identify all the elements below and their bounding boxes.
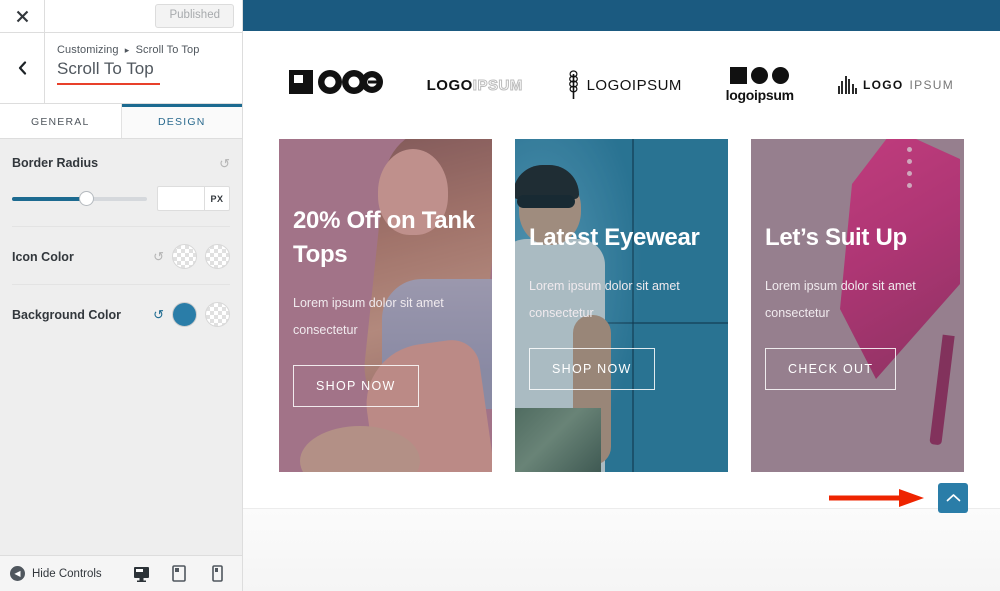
site-footer-area (243, 472, 1000, 591)
control-icon-color-label: Icon Color (12, 249, 74, 264)
scroll-to-top-button[interactable] (938, 483, 968, 513)
red-arrow-annotation (829, 489, 924, 507)
breadcrumb-separator-icon: ▸ (124, 45, 130, 55)
breadcrumb-root[interactable]: Customizing (57, 44, 119, 56)
chevron-left-icon[interactable] (0, 33, 45, 103)
card-tank-tops-content: 20% Off on Tank Tops Lorem ipsum dolor s… (293, 204, 478, 407)
breadcrumb: Customizing ▸ Scroll To Top (57, 44, 242, 56)
circle-icon (772, 67, 790, 84)
hide-controls-label: Hide Controls (32, 567, 102, 580)
logo-logoipsum-bars: LOGO IPSUM (837, 76, 955, 94)
logo-logoipsum-outline-dim: IPSUM (472, 76, 523, 94)
logo-logoipsum-outline: LOGO IPSUM (426, 76, 523, 94)
tablet-icon (172, 565, 186, 582)
equalizer-bars-icon (837, 76, 857, 94)
desktop-preview-button[interactable] (126, 561, 156, 587)
promo-cards: 20% Off on Tank Tops Lorem ipsum dolor s… (243, 139, 1000, 472)
card-eyewear-title: Latest Eyewear (529, 224, 700, 252)
wheat-icon (568, 70, 578, 99)
publish-button[interactable]: Published (155, 4, 234, 28)
reset-icon[interactable]: ↺ (153, 308, 164, 321)
control-background-color-label: Background Color (12, 307, 122, 322)
control-border-radius: Border Radius ↺ PX (12, 139, 230, 227)
logo-logoipsum-bars-light: IPSUM (909, 78, 955, 92)
border-radius-slider[interactable] (12, 191, 147, 206)
icon-color-swatches: ↺ (153, 244, 230, 269)
slider-thumb[interactable] (78, 191, 94, 206)
border-radius-slider-row: PX (12, 186, 230, 211)
caret-left-circle-icon: ◀ (10, 566, 25, 581)
logo-logoipsum-wheat-text: LOGOIPSUM (586, 76, 682, 94)
control-background-color: Background Color ↺ (12, 285, 230, 342)
customizer-header: Customizing ▸ Scroll To Top Scroll To To… (0, 33, 242, 104)
icon-color-swatch-primary[interactable] (172, 244, 197, 269)
control-border-radius-header: Border Radius ↺ (12, 156, 230, 170)
reset-icon[interactable]: ↺ (219, 157, 230, 170)
close-icon[interactable] (0, 0, 45, 32)
card-suit-up[interactable]: Let’s Suit Up Lorem ipsum dolor sit amet… (751, 139, 964, 472)
card-tank-tops-title: 20% Off on Tank Tops (293, 207, 475, 269)
logo-logoipsum-wheat: LOGOIPSUM (567, 70, 682, 100)
card-eyewear[interactable]: Latest Eyewear Lorem ipsum dolor sit ame… (515, 139, 728, 472)
card-suit-up-button[interactable]: CHECK OUT (765, 347, 897, 390)
customizer-footer: ◀ Hide Controls (0, 555, 242, 591)
customizer-tabs: GENERAL DESIGN (0, 104, 242, 139)
card-suit-up-content: Let’s Suit Up Lorem ipsum dolor sit amet… (765, 221, 950, 390)
hide-controls-button[interactable]: ◀ Hide Controls (10, 566, 102, 581)
customizer-screen: Published Customizing ▸ Scroll To Top Sc… (0, 0, 1000, 591)
logo-shapes-group (726, 67, 794, 84)
page-title: Scroll To Top (57, 59, 154, 78)
control-background-color-header: Background Color ↺ (12, 302, 230, 327)
title-underline-highlight (57, 83, 160, 85)
tablet-preview-button[interactable] (164, 561, 194, 587)
control-border-radius-label: Border Radius (12, 156, 99, 170)
customizer-controls: Border Radius ↺ PX Icon Color ↺ Backgrou… (0, 139, 242, 555)
card-eyewear-content: Latest Eyewear Lorem ipsum dolor sit ame… (529, 221, 714, 390)
chevron-up-icon (946, 494, 960, 502)
circle-icon (751, 67, 769, 84)
card-tank-tops-subtitle: Lorem ipsum dolor sit amet consectetur (293, 296, 444, 337)
icon-color-swatch-secondary[interactable] (205, 244, 230, 269)
border-radius-input[interactable] (158, 187, 204, 210)
reset-icon[interactable]: ↺ (153, 250, 164, 263)
tab-design[interactable]: DESIGN (121, 104, 242, 138)
border-radius-unit-label: PX (204, 187, 229, 210)
desktop-icon (133, 566, 149, 582)
card-eyewear-button[interactable]: SHOP NOW (529, 347, 655, 390)
logo-logoipsum-bars-bold: LOGO (863, 78, 904, 92)
customizer-topbar: Published (0, 0, 242, 33)
slider-fill (12, 196, 87, 201)
bg-color-swatch-secondary[interactable] (205, 302, 230, 327)
bg-color-swatch-primary[interactable] (172, 302, 197, 327)
card-tank-tops-button[interactable]: SHOP NOW (293, 364, 419, 407)
background-color-swatches: ↺ (153, 302, 230, 327)
control-icon-color: Icon Color ↺ (12, 227, 230, 285)
logo-logoipsum-outline-bold: LOGO (426, 76, 473, 94)
control-icon-color-header: Icon Color ↺ (12, 244, 230, 269)
logo-logoipsum-shapes: logoipsum (726, 67, 794, 103)
square-icon (730, 67, 748, 84)
breadcrumb-current: Scroll To Top (135, 44, 200, 56)
card-suit-up-subtitle: Lorem ipsum dolor sit amet consectetur (765, 279, 916, 320)
card-eyewear-subtitle: Lorem ipsum dolor sit amet consectetur (529, 279, 680, 320)
card-suit-up-title: Let’s Suit Up (765, 224, 907, 252)
border-radius-number-wrap: PX (157, 186, 230, 211)
footer-band (243, 509, 1000, 591)
header-text-block: Customizing ▸ Scroll To Top Scroll To To… (45, 33, 242, 103)
logo-logoipsum-shapes-text: logoipsum (725, 87, 794, 103)
site-preview: LOGO IPSUM LOGOIPSUM logoipsum LOGO IPSU… (243, 0, 1000, 591)
logo-logo (288, 69, 383, 102)
site-header-band (243, 0, 1000, 31)
card-tank-tops[interactable]: 20% Off on Tank Tops Lorem ipsum dolor s… (279, 139, 492, 472)
logo-strip: LOGO IPSUM LOGOIPSUM logoipsum LOGO IPSU… (243, 31, 1000, 139)
mobile-icon (211, 565, 223, 582)
tab-general[interactable]: GENERAL (0, 104, 121, 138)
customizer-panel: Published Customizing ▸ Scroll To Top Sc… (0, 0, 243, 591)
mobile-preview-button[interactable] (202, 561, 232, 587)
